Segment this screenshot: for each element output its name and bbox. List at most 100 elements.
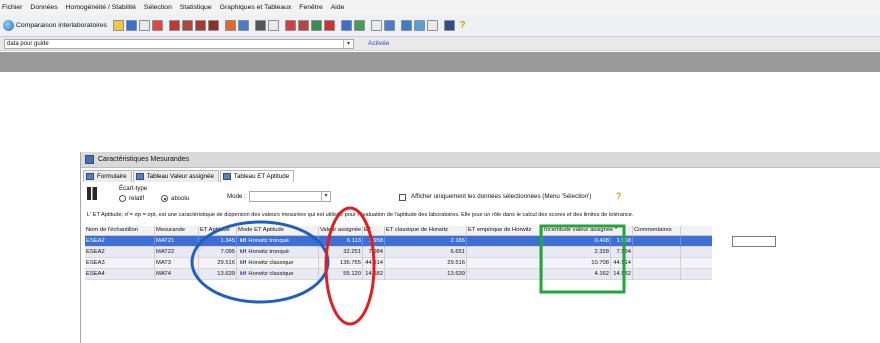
table-header: Nom de l'échantillon Mesurande ET Aptitu… xyxy=(85,226,712,236)
graph2-icon[interactable] xyxy=(414,20,426,31)
cell-et-aptitude: 13.639 xyxy=(199,269,237,280)
col-header[interactable]: Mode ET Aptitude xyxy=(237,226,319,236)
active-status: Activée xyxy=(368,40,390,47)
doc-icon[interactable] xyxy=(268,20,280,31)
cell-echantillon: ESEA2 xyxy=(85,247,155,258)
cell-commentaire[interactable] xyxy=(633,269,681,280)
print-icon[interactable] xyxy=(444,20,456,31)
report2-icon[interactable] xyxy=(384,20,396,31)
search-icon[interactable] xyxy=(225,20,237,31)
mode-text: Horwitz classique xyxy=(248,260,294,266)
radio-circle[interactable] xyxy=(119,195,126,202)
table-icon[interactable] xyxy=(169,20,181,31)
characteristics-window: Caractéristiques Mesurandes Formulaire T… xyxy=(80,152,880,343)
tab-valeur-assignee[interactable]: Tableau Valeur assignée xyxy=(132,170,219,182)
bar-chart-icon[interactable] xyxy=(341,20,353,31)
tab-et-aptitude[interactable]: Tableau ET Aptitude xyxy=(219,170,295,182)
mode-select[interactable]: ▾ xyxy=(249,191,331,202)
tab-label: Tableau ET Aptitude xyxy=(233,173,290,180)
folder-icon[interactable] xyxy=(113,20,125,31)
table2-icon[interactable] xyxy=(182,20,194,31)
cell-mesurande: MAT3 xyxy=(155,258,199,269)
col-header[interactable]: Nom de l'échantillon xyxy=(85,226,155,236)
search2-icon[interactable] xyxy=(238,20,250,31)
cell-classique: 2.186 xyxy=(385,236,467,247)
col-header[interactable]: Commentaires xyxy=(633,226,681,236)
menu-graphiques[interactable]: Graphiques et Tableaux xyxy=(220,4,292,11)
cell-commentaire[interactable] xyxy=(633,236,681,247)
menu-fenetre[interactable]: Fenêtre xyxy=(299,4,322,11)
cell-commentaire[interactable] xyxy=(633,247,681,258)
chart3-icon[interactable] xyxy=(311,20,323,31)
cell-mesurande: MAT4 xyxy=(155,269,199,280)
chevron-down-icon[interactable]: ▾ xyxy=(343,40,353,48)
cell-incertitude-et: 7.984 xyxy=(611,247,633,258)
bar-chart2-icon[interactable] xyxy=(354,20,366,31)
menu-fichier[interactable]: Fichier xyxy=(2,4,22,11)
help-icon[interactable]: ? xyxy=(457,20,468,31)
radio-circle[interactable] xyxy=(161,195,168,202)
col-header[interactable]: ET empirique de Horwitz xyxy=(467,226,543,236)
col-header[interactable]: ET Aptitude xyxy=(199,226,237,236)
report-icon[interactable] xyxy=(371,20,383,31)
chart-icon[interactable] xyxy=(285,20,297,31)
menu-selection[interactable]: Sélection xyxy=(144,4,172,11)
mode-text: Horwitz tronqué xyxy=(248,249,290,255)
cell-echantillon: ESEA2 xyxy=(85,236,155,247)
cell-et: 14.582 xyxy=(363,269,385,280)
horwitz-icon: kH xyxy=(240,260,247,266)
cell-classique: 29.516 xyxy=(385,258,467,269)
menu-statistique[interactable]: Statistique xyxy=(180,4,212,11)
table-row[interactable]: ESEA4 MAT4 13.639 kH Horwitz classique 55… xyxy=(85,269,712,280)
cell-commentaire[interactable] xyxy=(633,258,681,269)
cell-mesurande: MAT22 xyxy=(155,247,199,258)
cell-empirique xyxy=(467,247,543,258)
tab-formulaire[interactable]: Formulaire xyxy=(83,170,132,182)
column-icon xyxy=(87,187,97,200)
col-header[interactable]: ET xyxy=(363,226,385,236)
table-row[interactable]: ESEA2 MAT22 7.095 kH Horwitz tronqué 32.2… xyxy=(85,247,712,258)
radio-label: relatif xyxy=(129,195,145,202)
workspace-band xyxy=(0,52,880,72)
new-icon[interactable] xyxy=(139,20,151,31)
graph-icon[interactable] xyxy=(401,20,413,31)
table-row[interactable]: ESEA2 MAT21 1.345 kH Horwitz tronqué 6.11… xyxy=(85,236,712,247)
cell-incertitude-et: 44.514 xyxy=(611,258,633,269)
table4-icon[interactable] xyxy=(208,20,220,31)
col-header[interactable]: Incertitude valeur assignée * xyxy=(543,226,633,236)
horwitz-icon: kH xyxy=(240,271,247,277)
data-guide-bar: data pour guide ▾ Activée xyxy=(0,37,880,51)
cell-empirique xyxy=(467,258,543,269)
tool-red-icon[interactable] xyxy=(152,20,164,31)
menu-homogeneite[interactable]: Homogénéité / Stabilité xyxy=(66,4,136,11)
radio-absolu[interactable]: absolu xyxy=(161,195,189,202)
save-icon[interactable] xyxy=(126,20,138,31)
chart2-icon[interactable] xyxy=(298,20,310,31)
tab-bar: Formulaire Tableau Valeur assignée Table… xyxy=(83,170,295,182)
data-guide-select[interactable]: data pour guide ▾ xyxy=(4,39,354,49)
comment-edit-field[interactable] xyxy=(732,236,776,247)
radio-relatif[interactable]: relatif xyxy=(119,195,144,202)
window-title-bar: Caractéristiques Mesurandes xyxy=(81,152,880,168)
table3-icon[interactable] xyxy=(195,20,207,31)
form-icon xyxy=(86,173,94,180)
col-header[interactable]: Valeur assignée xyxy=(319,226,363,236)
graph3-icon[interactable] xyxy=(427,20,439,31)
col-header[interactable]: Mesurande xyxy=(155,226,199,236)
cell-incertitude-et: 1.958 xyxy=(611,236,633,247)
cell-incertitude: 10.708 xyxy=(543,258,611,269)
aptitude-table: Nom de l'échantillon Mesurande ET Aptitu… xyxy=(85,226,712,280)
chevron-down-icon[interactable]: ▾ xyxy=(321,192,330,201)
menu-aide[interactable]: Aide xyxy=(331,4,345,11)
show-selected-checkbox[interactable] xyxy=(399,194,406,201)
grid-icon[interactable] xyxy=(255,20,267,31)
table-row[interactable]: ESEA3 MAT3 29.516 kH Horwitz classique 13… xyxy=(85,258,712,269)
help-icon[interactable]: ? xyxy=(616,191,622,201)
menu-bar: Fichier Données Homogénéité / Stabilité … xyxy=(0,0,880,15)
tab-label: Tableau Valeur assignée xyxy=(146,173,214,180)
mode-text: Horwitz tronqué xyxy=(248,238,290,244)
cell-empirique xyxy=(467,269,543,280)
menu-donnees[interactable]: Données xyxy=(30,4,57,11)
chart4-icon[interactable] xyxy=(324,20,336,31)
col-header[interactable]: ET classique de Horwitz xyxy=(385,226,467,236)
